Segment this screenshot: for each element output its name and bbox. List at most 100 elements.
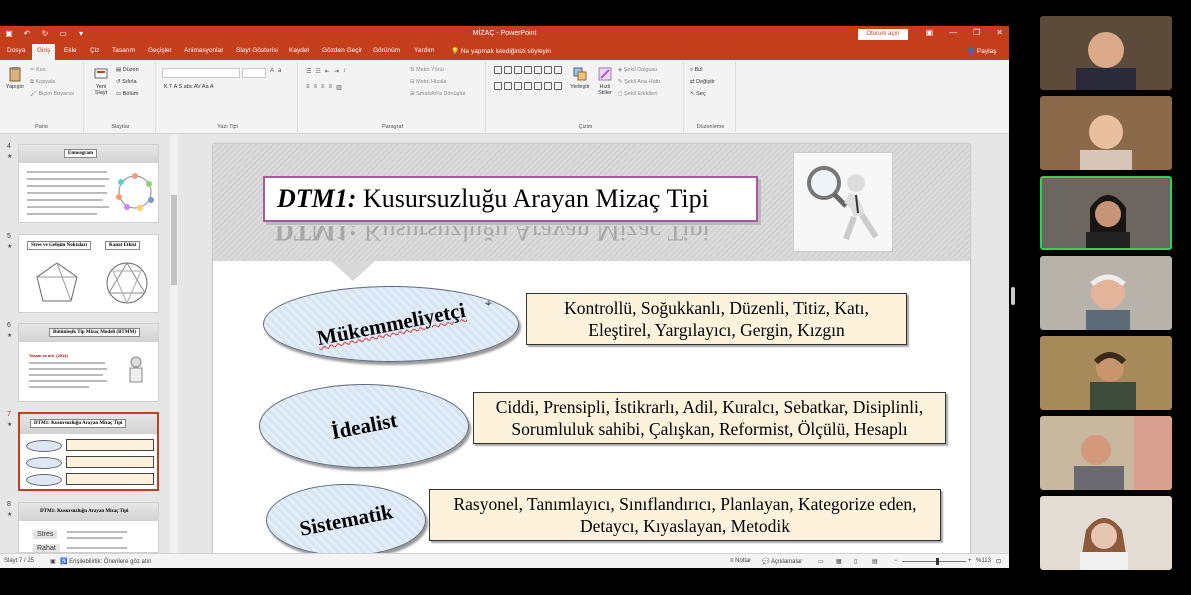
- tab-animations[interactable]: Animasyonlar: [184, 47, 223, 54]
- copy-button[interactable]: ⧉ Kopyala: [30, 79, 55, 86]
- shape-icon[interactable]: [544, 66, 552, 74]
- shape-icon[interactable]: [554, 81, 562, 90]
- shape-icon[interactable]: [544, 81, 552, 90]
- shape-icon[interactable]: [494, 66, 502, 74]
- minimize-icon[interactable]: —: [949, 28, 957, 37]
- justify-icon[interactable]: ≡: [329, 84, 333, 91]
- grow-font-icon[interactable]: A: [270, 68, 274, 74]
- tab-transitions[interactable]: Geçişler: [148, 47, 172, 54]
- paste-button[interactable]: Yapıştır: [4, 66, 26, 90]
- close-icon[interactable]: ✕: [996, 28, 1003, 37]
- tell-me-search[interactable]: 💡 Ne yapmak istediğinizi söyleyin: [451, 47, 551, 55]
- reset-button[interactable]: ↺ Sıfırla: [116, 79, 137, 85]
- accessibility-status[interactable]: ♿ Erişilebilirlik: Önerilere göz atın: [60, 558, 152, 565]
- replace-button[interactable]: ⇄ Değiştir: [690, 79, 715, 85]
- participant-video[interactable]: [1040, 256, 1172, 330]
- decrease-indent-icon[interactable]: ⇤: [325, 68, 330, 75]
- zoom-slider[interactable]: [902, 558, 966, 565]
- line-spacing-icon[interactable]: ↕: [343, 68, 346, 75]
- participant-video[interactable]: [1040, 416, 1172, 490]
- section-button[interactable]: ▭ Bölüm: [116, 91, 138, 97]
- shapes-gallery[interactable]: [494, 66, 562, 96]
- video-panel-scroll-handle[interactable]: [1011, 287, 1015, 305]
- bullets-icon[interactable]: ☰: [306, 68, 311, 75]
- zoom-out-icon[interactable]: −: [894, 558, 898, 564]
- share-button[interactable]: 👤 Paylaş: [967, 47, 996, 55]
- scrollbar-thumb[interactable]: [171, 195, 177, 285]
- new-slide-button[interactable]: Yeni Slayt: [90, 66, 112, 96]
- font-size-dropdown[interactable]: [242, 68, 266, 78]
- shape-icon[interactable]: [524, 66, 532, 74]
- ellipse-perfectionist[interactable]: Mükemmeliyetçi: [263, 286, 519, 362]
- shape-icon[interactable]: [524, 81, 532, 90]
- magnifier-picture[interactable]: [793, 152, 893, 252]
- increase-indent-icon[interactable]: ⇥: [334, 68, 339, 75]
- slide-thumbnail-5[interactable]: Stres ve Gelişim Noktaları Kanat Etkisi: [18, 234, 159, 313]
- layout-button[interactable]: ▤ Düzen: [116, 67, 139, 73]
- zoom-slider-thumb[interactable]: [936, 558, 939, 565]
- select-button[interactable]: ↖ Seç: [690, 91, 706, 97]
- current-slide[interactable]: DTM1: Kusursuzluğu Arayan Mizaç Tipi DTM…: [213, 144, 970, 568]
- find-button[interactable]: ⌕ Bul: [690, 67, 703, 74]
- participant-video-active-speaker[interactable]: [1040, 176, 1172, 250]
- smartart-button[interactable]: ⊞ SmartArt'a Dönüştür: [410, 91, 466, 97]
- tab-slideshow[interactable]: Slayt Gösterisi: [236, 47, 278, 54]
- fit-slide-icon[interactable]: ⊡: [996, 558, 1001, 565]
- tab-help[interactable]: Yardım: [414, 47, 434, 54]
- shape-outline-button[interactable]: ✎ Şekil Ana Hattı: [618, 79, 660, 85]
- shape-icon[interactable]: [504, 66, 512, 74]
- shape-icon[interactable]: [514, 66, 522, 74]
- slide-thumbnail-7[interactable]: DTM1: Kusursuzluğu Arayan Mizaç Tipi: [18, 412, 159, 491]
- shape-icon[interactable]: [494, 81, 502, 90]
- participant-video[interactable]: [1040, 96, 1172, 170]
- slide-sorter-icon[interactable]: ▦: [836, 558, 842, 565]
- traits-box-idealist[interactable]: Ciddi, Prensipli, İstikrarlı, Adil, Kura…: [473, 392, 946, 444]
- tab-home[interactable]: Giriş: [32, 44, 56, 60]
- cut-button[interactable]: ✂ Kes: [30, 67, 46, 73]
- shape-icon[interactable]: [554, 66, 562, 74]
- slide-thumbnail-8[interactable]: DTM1: Kusursuzluğu Arayan Mizaç Tipi Str…: [18, 502, 159, 553]
- participant-video[interactable]: [1040, 496, 1172, 570]
- tab-review[interactable]: Gözden Geçir: [322, 47, 362, 54]
- shape-effects-button[interactable]: ◻ Şekil Efektleri: [618, 91, 657, 97]
- sign-in-button[interactable]: Oturum açın: [858, 29, 908, 40]
- traits-box-systematic[interactable]: Rasyonel, Tanımlayıcı, Sınıflandırıcı, P…: [429, 489, 941, 541]
- restore-icon[interactable]: ❐: [973, 28, 980, 37]
- shape-icon[interactable]: [504, 81, 512, 90]
- text-direction-button[interactable]: ⇅ Metin Yönü: [410, 67, 444, 73]
- reading-view-icon[interactable]: ▯: [854, 558, 857, 565]
- align-right-icon[interactable]: ≡: [321, 84, 325, 91]
- columns-icon[interactable]: ▥: [336, 84, 342, 91]
- tab-record[interactable]: Kaydet: [289, 47, 309, 54]
- thumbnails-scrollbar[interactable]: [170, 135, 178, 553]
- slideshow-view-icon[interactable]: ▤: [872, 558, 878, 565]
- arrange-button[interactable]: Yerleştir: [566, 66, 594, 90]
- align-text-button[interactable]: ⊟ Metni Hizala: [410, 79, 446, 85]
- font-name-dropdown[interactable]: [162, 68, 240, 78]
- participant-video[interactable]: [1040, 336, 1172, 410]
- shape-icon[interactable]: [534, 66, 542, 74]
- zoom-level[interactable]: %113: [976, 558, 991, 564]
- shrink-font-icon[interactable]: a: [278, 68, 281, 74]
- tab-insert[interactable]: Ekle: [64, 47, 77, 54]
- comments-button[interactable]: 💬 Açıklamalar: [762, 558, 802, 565]
- ribbon-display-icon[interactable]: ▣: [926, 28, 934, 37]
- normal-view-icon[interactable]: ▭: [818, 558, 824, 565]
- traits-box-perfectionist[interactable]: Kontrollü, Soğukkanlı, Düzenli, Titiz, K…: [526, 293, 907, 345]
- spell-check-icon[interactable]: ▣: [50, 558, 56, 565]
- quick-styles-button[interactable]: Hızlı Stiller: [594, 66, 616, 96]
- ellipse-idealist[interactable]: İdealist: [259, 384, 469, 468]
- ellipse-systematic[interactable]: Sistematik: [266, 484, 426, 556]
- tab-design[interactable]: Tasarım: [112, 47, 135, 54]
- shape-icon[interactable]: [514, 81, 522, 90]
- slide-title[interactable]: DTM1: Kusursuzluğu Arayan Mizaç Tipi: [263, 176, 758, 222]
- tab-draw[interactable]: Çiz: [90, 47, 99, 54]
- align-center-icon[interactable]: ≡: [314, 84, 318, 91]
- format-painter-button[interactable]: 🖌 Biçim Boyacısı: [30, 91, 75, 97]
- shape-fill-button[interactable]: ◈ Şekil Dolgusu: [618, 67, 657, 73]
- align-left-icon[interactable]: ≡: [306, 84, 310, 91]
- slide-thumbnail-4[interactable]: Enneagram: [18, 144, 159, 223]
- shape-icon[interactable]: [534, 81, 542, 90]
- font-format-buttons[interactable]: K T A S abc AV Aa A: [164, 84, 214, 90]
- tab-file[interactable]: Dosya: [7, 47, 25, 54]
